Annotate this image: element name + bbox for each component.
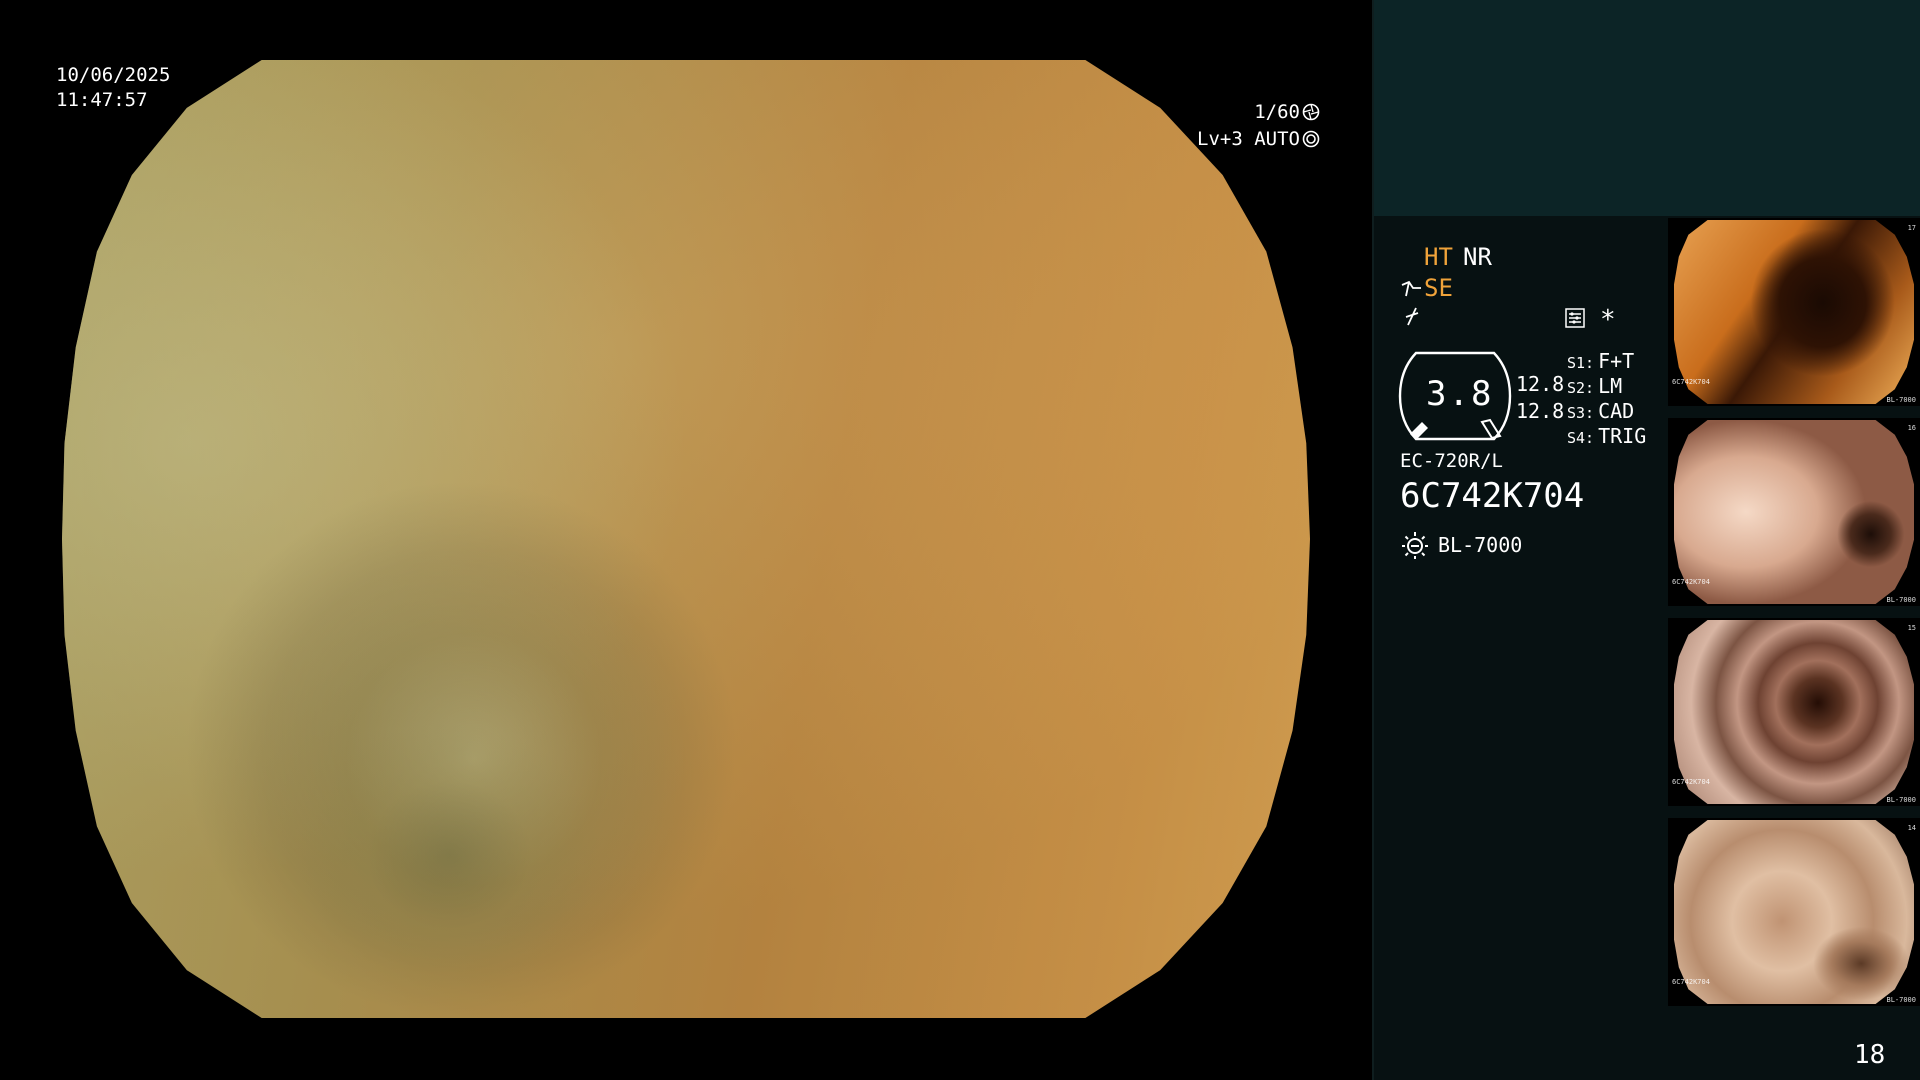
switch-label: F+T (1598, 349, 1635, 373)
thumbnail-serial: 6C742K704 (1672, 778, 1710, 786)
thumbnail-index: 16 (1907, 424, 1916, 432)
switch-slot-3: S3: CAD (1567, 399, 1634, 423)
switch-key: S1: (1567, 354, 1595, 372)
filter-icon (1405, 307, 1419, 326)
shutter-speed-text: 1/60 (1254, 101, 1300, 123)
switch-key: S2: (1567, 379, 1595, 397)
scope-serial: 6C742K704 (1400, 476, 1585, 516)
thumbnail-light: BL-7000 (1886, 796, 1916, 804)
gauge-value: 3.8 (1426, 374, 1494, 414)
thumbnail-image (1674, 820, 1914, 1004)
ht-indicator: HT (1424, 243, 1453, 271)
thumbnail-index: 14 (1907, 824, 1916, 832)
switch-slot-1: S1: F+T (1567, 349, 1634, 373)
image-count: 18 (1854, 1040, 1886, 1070)
thumbnail-light: BL-7000 (1886, 396, 1916, 404)
nr-indicator: NR (1463, 243, 1492, 271)
switch-slot-4: S4: TRIG (1567, 424, 1646, 448)
switch-key: S3: (1567, 404, 1595, 422)
thumbnail-serial: 6C742K704 (1672, 378, 1710, 386)
thumbnail-light: BL-7000 (1886, 996, 1916, 1004)
panel-header-band (1372, 0, 1920, 216)
brightness-level-text: Lv+3 AUTO (1197, 128, 1300, 150)
switch-label: TRIG (1598, 424, 1647, 448)
osd-shutter-speed: 1/60 (1254, 100, 1320, 125)
panel-divider (1372, 0, 1374, 1080)
light-source-icon (1402, 532, 1428, 559)
reading-value-2: 12.8 (1516, 399, 1565, 423)
thumbnail-image (1674, 620, 1914, 804)
se-indicator: SE (1424, 274, 1453, 302)
switch-slot-2: S2: LM (1567, 374, 1622, 398)
osd-date: 10/06/2025 (56, 64, 171, 86)
reading-value-1: 12.8 (1516, 372, 1565, 396)
thumbnail-serial: 6C742K704 (1672, 578, 1710, 586)
thumbnail-light: BL-7000 (1886, 596, 1916, 604)
thumbnail-image (1674, 420, 1914, 604)
captured-thumbnail[interactable]: 6C742K704 BL-7000 17 (1668, 218, 1920, 406)
thumbnail-index: 17 (1907, 224, 1916, 232)
switch-label: LM (1598, 374, 1623, 398)
auto-iris-icon (1302, 130, 1320, 148)
endoscope-live-image (62, 60, 1310, 1018)
light-source-model: BL-7000 (1438, 533, 1523, 557)
shutter-icon (1302, 103, 1320, 121)
switch-key: S4: (1567, 429, 1595, 447)
thumbnail-serial: 6C742K704 (1672, 978, 1710, 986)
osd-time: 11:47:57 (56, 89, 148, 111)
captured-thumbnail[interactable]: 6C742K704 BL-7000 16 (1668, 418, 1920, 606)
captured-thumbnail[interactable]: 6C742K704 BL-7000 15 (1668, 618, 1920, 806)
main-endoscope-view (0, 0, 1372, 1080)
captured-thumbnail[interactable]: 6C742K704 BL-7000 14 (1668, 818, 1920, 1006)
switch-label: CAD (1598, 399, 1635, 423)
memo-icon (1565, 308, 1585, 328)
thumbnail-image (1674, 220, 1914, 404)
scope-model: EC-720R/L (1400, 450, 1503, 472)
osd-brightness-level: Lv+3 AUTO (1197, 127, 1320, 152)
structure-enhance-icon (1401, 280, 1421, 297)
thumbnail-index: 15 (1907, 624, 1916, 632)
star-indicator: * (1600, 305, 1616, 335)
